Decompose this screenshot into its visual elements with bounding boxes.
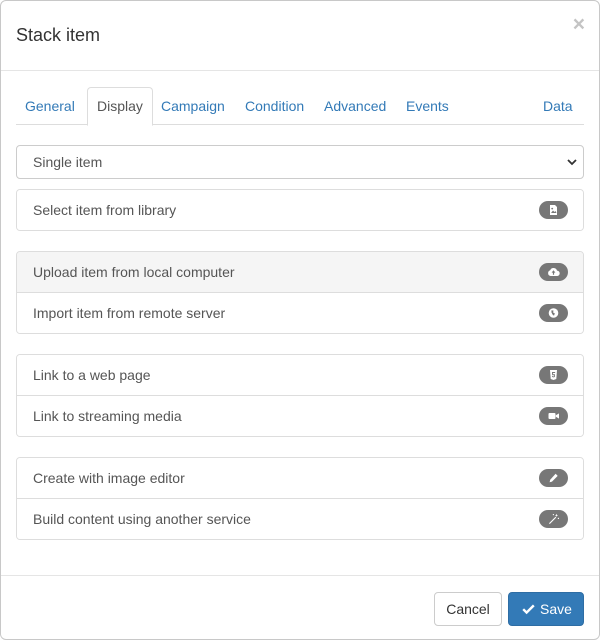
magic-wand-icon (539, 510, 568, 528)
globe-icon (539, 304, 568, 322)
list-item-select-from-library[interactable]: Select item from library (17, 190, 583, 230)
list-item-label: Link to a web page (33, 367, 151, 383)
pencil-icon (539, 469, 568, 487)
html5-icon (539, 366, 568, 384)
modal-footer: Cancel Save (1, 575, 599, 639)
tab-bar: General Display Campaign Condition Advan… (16, 87, 584, 126)
list-item-label: Import item from remote server (33, 305, 226, 321)
source-group-upload-import: Upload item from local computer Import i… (16, 251, 584, 334)
check-icon (522, 604, 535, 615)
list-item-link-streaming[interactable]: Link to streaming media (17, 395, 583, 436)
cloud-upload-icon (539, 263, 568, 281)
list-item-another-service[interactable]: Build content using another service (17, 498, 583, 539)
source-group-create: Create with image editor Build content u… (16, 457, 584, 540)
list-item-import-remote[interactable]: Import item from remote server (17, 292, 583, 333)
tab-display[interactable]: Display (87, 87, 153, 126)
list-item-label: Link to streaming media (33, 408, 182, 424)
source-group-links: Link to a web page Link to streaming med… (16, 354, 584, 437)
file-image-icon (539, 201, 568, 219)
tab-condition[interactable]: Condition (236, 87, 313, 125)
save-button[interactable]: Save (508, 592, 584, 626)
list-item-label: Create with image editor (33, 470, 185, 486)
chevron-down-icon (567, 159, 577, 166)
tab-data[interactable]: Data (534, 87, 582, 125)
cancel-button[interactable]: Cancel (434, 592, 502, 626)
list-item-label: Upload item from local computer (33, 264, 235, 280)
video-camera-icon (539, 407, 568, 425)
tab-campaign[interactable]: Campaign (152, 87, 234, 125)
display-mode-value: Single item (33, 154, 103, 170)
list-item-upload-local[interactable]: Upload item from local computer (17, 252, 583, 292)
display-mode-select[interactable]: Single item (16, 145, 584, 179)
tab-advanced[interactable]: Advanced (315, 87, 395, 125)
tab-general[interactable]: General (16, 87, 84, 125)
close-button[interactable]: × (573, 13, 585, 37)
tab-events[interactable]: Events (397, 87, 458, 125)
stack-item-modal: Stack item × General Display Campaign Co… (0, 0, 600, 640)
list-item-label: Build content using another service (33, 511, 251, 527)
source-group-library: Select item from library (16, 189, 584, 231)
modal-header: Stack item × (1, 1, 599, 71)
save-button-label: Save (540, 601, 572, 617)
list-item-image-editor[interactable]: Create with image editor (17, 458, 583, 498)
list-item-link-web-page[interactable]: Link to a web page (17, 355, 583, 395)
modal-title: Stack item (16, 25, 101, 45)
list-item-label: Select item from library (33, 202, 177, 218)
